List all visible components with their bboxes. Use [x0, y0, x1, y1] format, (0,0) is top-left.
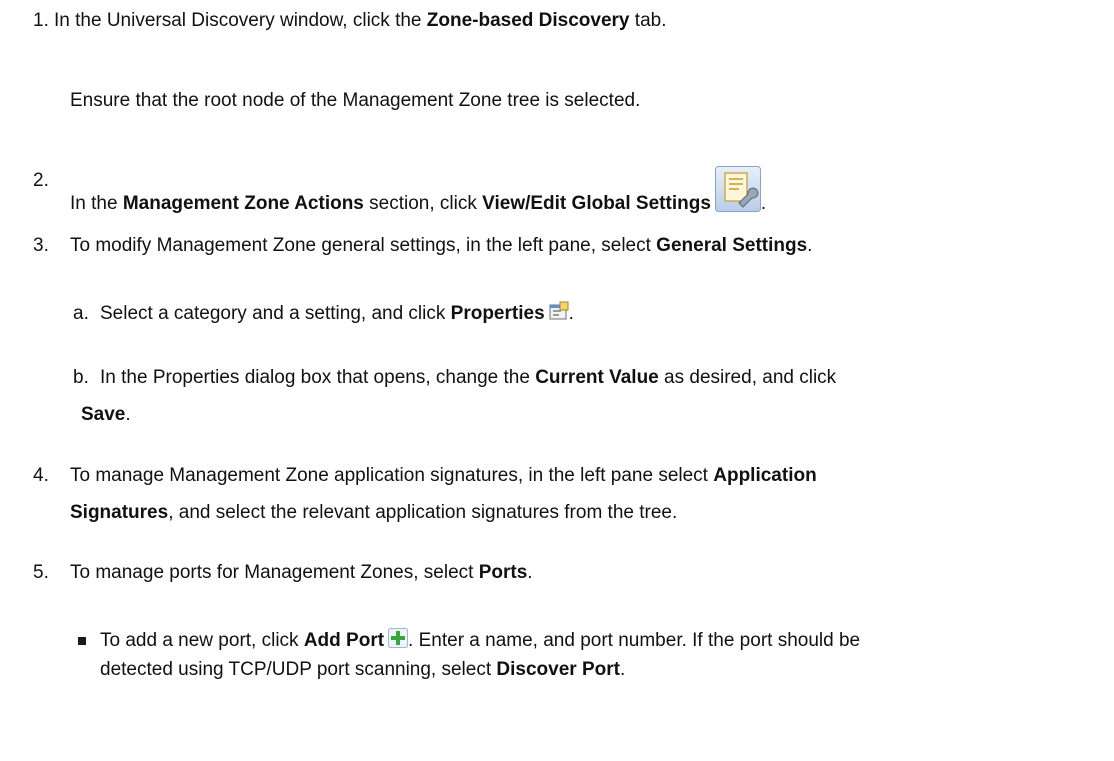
step-number: 4.	[33, 465, 49, 486]
general-settings-label: General Settings	[656, 235, 808, 256]
step-3: 3. To modify Management Zone general set…	[33, 231, 812, 260]
global-settings-icon	[714, 166, 761, 212]
substep-letter: a.	[73, 303, 89, 324]
zone-based-discovery-label: Zone-based Discovery	[426, 10, 630, 31]
step-5: 5. To manage ports for Management Zones,…	[33, 558, 533, 587]
signatures-label: Signatures	[70, 502, 169, 523]
properties-icon	[549, 301, 569, 321]
view-edit-global-settings-label: View/Edit Global Settings	[482, 193, 711, 214]
step-text: In the Universal Discovery window, click…	[54, 10, 427, 31]
step-number: 3.	[33, 235, 49, 256]
application-label: Application	[713, 465, 817, 486]
step-text-end: tab.	[629, 10, 667, 31]
substep-letter: b.	[73, 367, 89, 388]
add-port-icon	[388, 628, 409, 648]
step-2: 2. In the Management Zone Actions sectio…	[33, 166, 766, 218]
management-zone-actions-label: Management Zone Actions	[122, 193, 364, 214]
step-5-bullet: To add a new port, click Add Port . Ente…	[78, 626, 1108, 684]
step-3a: a. Select a category and a setting, and …	[73, 299, 574, 328]
properties-label: Properties	[450, 303, 545, 324]
step-number: 2.	[33, 170, 49, 191]
add-port-label: Add Port	[303, 630, 385, 651]
bullet-marker	[78, 637, 86, 645]
step-number: 1.	[33, 10, 49, 31]
save-label: Save	[81, 404, 126, 425]
discover-port-label: Discover Port	[496, 659, 620, 680]
current-value-label: Current Value	[535, 367, 659, 388]
step-1-note: Ensure that the root node of the Managem…	[70, 90, 641, 111]
step-1: 1. In the Universal Discovery window, cl…	[33, 6, 667, 35]
ports-label: Ports	[478, 562, 528, 583]
step-number: 5.	[33, 562, 49, 583]
step-3b: b. In the Properties dialog box that ope…	[73, 363, 1073, 429]
step-4: 4. To manage Management Zone application…	[33, 461, 1093, 527]
